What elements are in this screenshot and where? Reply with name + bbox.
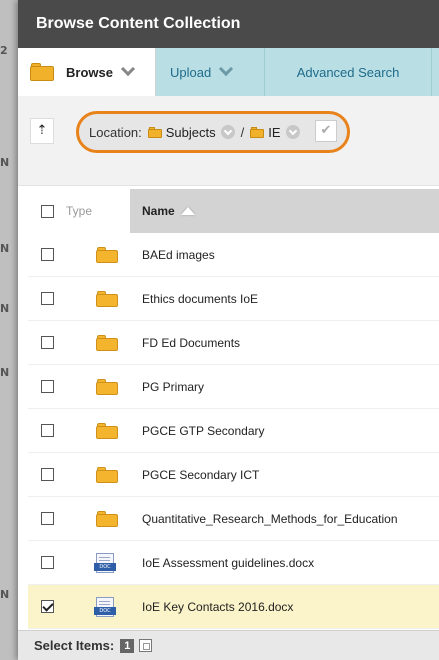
word-document-icon: DOC [94, 596, 116, 617]
folder-icon [96, 466, 118, 483]
tab-upload[interactable]: Upload [156, 48, 265, 96]
table-row[interactable]: BAEd images [28, 233, 439, 277]
folder-icon [250, 126, 265, 138]
background-text: N [0, 588, 10, 601]
sort-ascending-icon [180, 207, 195, 215]
breadcrumb-ie[interactable]: IE [268, 125, 280, 140]
row-name[interactable]: Ethics documents IoE [130, 292, 439, 306]
tab-advanced-search-label: Advanced Search [296, 64, 400, 80]
folder-icon [30, 63, 54, 81]
check-icon: ✔ [320, 123, 332, 138]
tab-upload-label: Upload [170, 64, 212, 80]
column-name-label: Name [142, 204, 175, 218]
row-name[interactable]: IoE Key Contacts 2016.docx [130, 600, 439, 614]
row-checkbox[interactable] [40, 336, 54, 349]
table-body: BAEd images Ethics documents IoE FD Ed D… [28, 233, 439, 629]
chevron-down-icon [120, 61, 136, 77]
table-row[interactable]: FD Ed Documents [28, 321, 439, 365]
row-name[interactable]: PGCE GTP Secondary [130, 424, 439, 438]
table-row-selected[interactable]: DOC IoE Key Contacts 2016.docx [28, 585, 439, 629]
row-name[interactable]: PGCE Secondary ICT [130, 468, 439, 482]
folder-icon [147, 126, 162, 138]
word-document-icon: DOC [94, 552, 116, 573]
breadcrumb-separator: / [240, 124, 245, 140]
folder-icon [96, 290, 118, 307]
file-table: Type Name BAEd images Ethics documents I… [18, 186, 439, 630]
table-row[interactable]: PG Primary [28, 365, 439, 409]
background-text: 2 [0, 44, 8, 57]
browse-dialog: Browse Content Collection Browse Upload … [18, 0, 439, 660]
background-text: N [0, 242, 10, 255]
column-type[interactable]: Type [66, 204, 130, 218]
up-folder-button[interactable]: ⇡ [30, 118, 54, 144]
background-text: N [0, 156, 10, 169]
row-name[interactable]: IoE Assessment guidelines.docx [130, 556, 439, 570]
row-checkbox[interactable] [40, 424, 54, 437]
table-row[interactable]: PGCE GTP Secondary [28, 409, 439, 453]
row-name[interactable]: PG Primary [130, 380, 439, 394]
background-strip [0, 0, 18, 660]
table-row[interactable]: DOC IoE Assessment guidelines.docx [28, 541, 439, 585]
row-checkbox[interactable] [40, 512, 54, 525]
row-checkbox[interactable] [40, 468, 54, 481]
location-label: Location: [89, 124, 142, 140]
breadcrumb-subjects[interactable]: Subjects [166, 125, 216, 140]
go-button[interactable]: ✔ [315, 120, 337, 142]
folder-icon [96, 422, 118, 439]
row-checkbox[interactable] [40, 248, 54, 261]
tab-browse-label: Browse [66, 64, 113, 80]
background-text: N [0, 302, 10, 315]
folder-icon [96, 378, 118, 395]
table-header: Type Name [28, 189, 439, 233]
row-checkbox[interactable] [40, 292, 54, 305]
select-items-label: Select Items: [34, 638, 115, 653]
tab-advanced-search[interactable]: Advanced Search [265, 48, 432, 96]
chevron-down-icon [219, 61, 234, 77]
folder-icon [96, 334, 118, 351]
folder-icon [96, 246, 118, 263]
table-row[interactable]: PGCE Secondary ICT [28, 453, 439, 497]
tab-overflow [432, 48, 439, 96]
column-name[interactable]: Name [130, 189, 439, 233]
dialog-title: Browse Content Collection [18, 0, 439, 48]
chevron-down-icon[interactable] [220, 125, 235, 139]
table-row[interactable]: Ethics documents IoE [28, 277, 439, 321]
row-name[interactable]: BAEd images [130, 248, 439, 262]
selection-toggle-button[interactable] [139, 639, 153, 652]
location-bar: ⇡ Location: Subjects / IE ✔ [18, 96, 439, 186]
row-checkbox[interactable] [40, 380, 54, 393]
location-breadcrumb: Location: Subjects / IE ✔ [76, 111, 350, 153]
selection-footer: Select Items: 1 [18, 630, 439, 660]
row-checkbox-checked[interactable] [40, 600, 54, 613]
background-text: N [0, 366, 10, 379]
tab-browse[interactable]: Browse [18, 48, 156, 96]
tab-bar: Browse Upload Advanced Search [18, 48, 439, 96]
selected-count-badge: 1 [120, 638, 135, 653]
row-checkbox[interactable] [40, 556, 54, 569]
table-row[interactable]: Quantitative_Research_Methods_for_Educat… [28, 497, 439, 541]
up-folder-icon: ⇡ [36, 123, 48, 138]
row-name[interactable]: Quantitative_Research_Methods_for_Educat… [130, 512, 439, 526]
select-all-checkbox[interactable] [40, 204, 54, 218]
chevron-down-icon[interactable] [285, 125, 300, 139]
row-name[interactable]: FD Ed Documents [130, 336, 439, 350]
folder-icon [96, 510, 118, 527]
